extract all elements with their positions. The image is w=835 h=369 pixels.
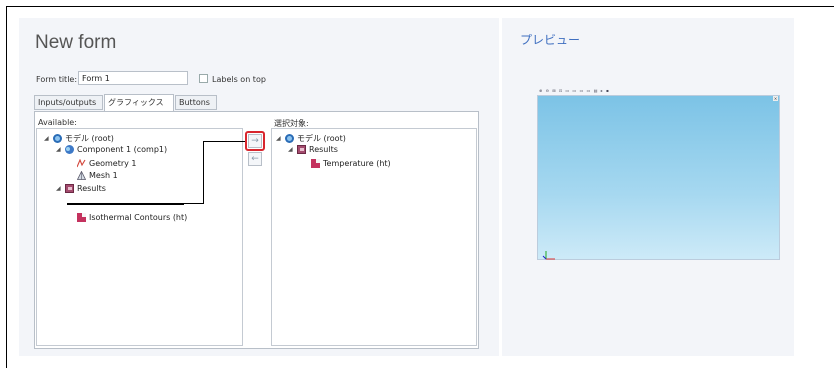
selected-item-results[interactable]: ◢ Results xyxy=(288,145,338,154)
expand-triangle-icon[interactable]: ◢ xyxy=(288,146,294,153)
labels-on-top-label: Labels on top xyxy=(212,75,266,84)
graphics-canvas[interactable] xyxy=(537,95,780,260)
selected-item-temperature[interactable]: Temperature (ht) xyxy=(311,159,391,168)
plot-group-icon xyxy=(77,213,86,222)
tree-item-label: モデル (root) xyxy=(65,134,114,143)
tree-item-geometry[interactable]: Geometry 1 xyxy=(76,158,137,168)
preview-title: プレビュー xyxy=(520,33,581,47)
results-icon xyxy=(297,145,306,154)
tree-item-label: Geometry 1 xyxy=(89,159,137,168)
callout-connector xyxy=(184,203,204,204)
component-icon xyxy=(65,145,74,154)
tree-item-isothermal-contours[interactable]: Isothermal Contours (ht) xyxy=(77,213,187,222)
graphics-toolbar[interactable]: ⊕ ⊖ ⊞ ⊡ ▭ ▭ ▭ ▭ ▤ ▸ ▪ xyxy=(539,88,610,93)
tree-item-results[interactable]: ◢ Results xyxy=(56,184,106,193)
selected-item-model-root[interactable]: ◢ モデル (root) xyxy=(276,133,346,144)
expand-triangle-icon[interactable]: ◢ xyxy=(44,135,50,142)
tab-inputs-outputs[interactable]: Inputs/outputs xyxy=(34,95,103,110)
tree-item-label: Mesh 1 xyxy=(89,171,118,180)
tree-item-model-root[interactable]: ◢ モデル (root) xyxy=(44,133,114,144)
tab-graphics[interactable]: グラフィックス xyxy=(104,94,174,111)
tree-item-component[interactable]: ◢ Component 1 (comp1) xyxy=(56,145,167,154)
axis-triad-icon xyxy=(542,245,556,260)
tab-buttons[interactable]: Buttons xyxy=(175,95,217,110)
tree-item-label: モデル (root) xyxy=(297,134,346,143)
tree-item-label: Results xyxy=(309,145,338,154)
callout-connector xyxy=(203,141,204,204)
highlight-box xyxy=(245,131,265,151)
model-icon xyxy=(53,134,62,143)
expand-triangle-icon[interactable]: ◢ xyxy=(276,135,282,142)
mesh-icon xyxy=(76,170,87,180)
tree-item-mesh[interactable]: Mesh 1 xyxy=(76,170,118,180)
form-title-label: Form title: xyxy=(36,75,78,84)
tree-item-label: Temperature (ht) xyxy=(323,159,391,168)
expand-triangle-icon[interactable]: ◢ xyxy=(56,185,62,192)
form-title-input[interactable]: Form 1 xyxy=(78,71,188,85)
page-title: New form xyxy=(35,32,117,53)
model-icon xyxy=(285,134,294,143)
available-tree xyxy=(36,128,243,346)
tree-item-label: Isothermal Contours (ht) xyxy=(89,213,188,222)
tree-item-label: Component 1 (comp1) xyxy=(77,145,168,154)
plot-group-icon xyxy=(311,159,320,168)
tree-item-label: Results xyxy=(77,184,106,193)
remove-selection-button[interactable]: ← xyxy=(248,152,262,166)
results-icon xyxy=(65,184,74,193)
labels-on-top-checkbox[interactable] xyxy=(199,74,208,83)
callout-underline xyxy=(67,203,184,205)
close-icon[interactable]: × xyxy=(773,96,778,101)
geometry-icon xyxy=(76,158,86,168)
callout-connector xyxy=(203,141,246,142)
expand-triangle-icon[interactable]: ◢ xyxy=(56,146,62,153)
available-label: Available: xyxy=(38,118,77,127)
